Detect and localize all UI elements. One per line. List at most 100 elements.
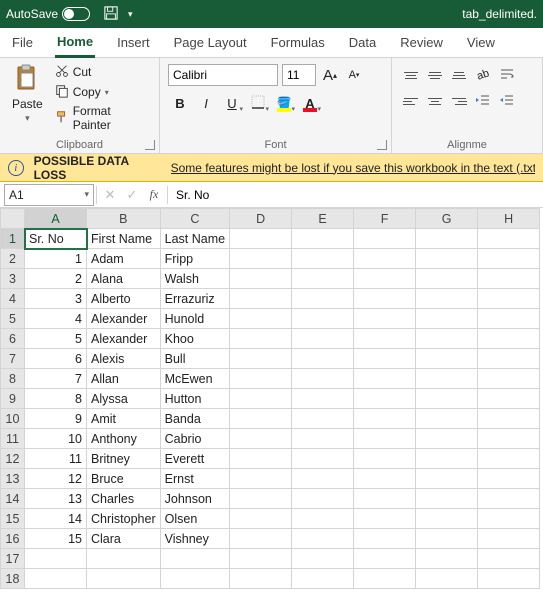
cell[interactable]	[354, 469, 416, 489]
row-header[interactable]: 5	[1, 309, 25, 329]
cell[interactable]	[160, 549, 229, 569]
cell[interactable]	[292, 369, 354, 389]
cell[interactable]	[292, 409, 354, 429]
cell[interactable]	[230, 289, 292, 309]
decrease-indent-button[interactable]	[472, 90, 494, 112]
cell[interactable]: Fripp	[160, 249, 229, 269]
cell[interactable]	[416, 449, 478, 469]
column-header[interactable]: A	[25, 209, 87, 229]
row-header[interactable]: 15	[1, 509, 25, 529]
row-header[interactable]: 1	[1, 229, 25, 249]
cell[interactable]	[478, 549, 540, 569]
cell[interactable]: 9	[25, 409, 87, 429]
align-top-button[interactable]	[400, 64, 422, 86]
cell[interactable]	[354, 409, 416, 429]
cell[interactable]	[354, 429, 416, 449]
cell[interactable]	[354, 529, 416, 549]
cell[interactable]	[354, 489, 416, 509]
row-header[interactable]: 2	[1, 249, 25, 269]
cell[interactable]	[478, 329, 540, 349]
row-header[interactable]: 18	[1, 569, 25, 589]
cell[interactable]	[478, 369, 540, 389]
row-header[interactable]: 11	[1, 429, 25, 449]
cell[interactable]	[478, 569, 540, 589]
cell[interactable]	[230, 229, 292, 249]
cell[interactable]	[230, 509, 292, 529]
column-header[interactable]: G	[416, 209, 478, 229]
cell[interactable]	[416, 569, 478, 589]
cell[interactable]: McEwen	[160, 369, 229, 389]
cell[interactable]	[292, 549, 354, 569]
row-header[interactable]: 12	[1, 449, 25, 469]
cell[interactable]	[478, 349, 540, 369]
autosave-toggle[interactable]: AutoSave	[6, 7, 90, 21]
italic-button[interactable]: I	[194, 92, 218, 114]
align-middle-button[interactable]	[424, 64, 446, 86]
cell[interactable]	[416, 469, 478, 489]
column-header[interactable]: H	[478, 209, 540, 229]
cell[interactable]	[292, 309, 354, 329]
cell[interactable]	[478, 309, 540, 329]
cell[interactable]	[478, 409, 540, 429]
column-header[interactable]: C	[160, 209, 229, 229]
cell[interactable]	[160, 569, 229, 589]
column-header[interactable]: E	[292, 209, 354, 229]
cell[interactable]	[416, 229, 478, 249]
cell[interactable]	[416, 249, 478, 269]
row-header[interactable]: 14	[1, 489, 25, 509]
cell[interactable]: Hunold	[160, 309, 229, 329]
paste-button[interactable]: Paste ▾	[8, 62, 47, 134]
cell[interactable]: Allan	[87, 369, 161, 389]
cell[interactable]	[416, 429, 478, 449]
tab-home[interactable]: Home	[55, 28, 95, 58]
cell[interactable]	[230, 369, 292, 389]
cell[interactable]	[230, 249, 292, 269]
cell[interactable]: 10	[25, 429, 87, 449]
cell[interactable]	[416, 309, 478, 329]
cut-button[interactable]: Cut	[53, 63, 151, 82]
cell[interactable]: Banda	[160, 409, 229, 429]
format-painter-button[interactable]: Format Painter	[53, 103, 151, 133]
message-link[interactable]: Some features might be lost if you save …	[171, 161, 535, 175]
increase-font-button[interactable]: A▴	[320, 64, 340, 86]
cell[interactable]	[230, 389, 292, 409]
cell[interactable]: Alexander	[87, 329, 161, 349]
cell[interactable]	[478, 269, 540, 289]
font-size-select[interactable]	[282, 64, 316, 86]
cell[interactable]	[230, 329, 292, 349]
cell[interactable]: Alyssa	[87, 389, 161, 409]
row-header[interactable]: 7	[1, 349, 25, 369]
cell[interactable]: Anthony	[87, 429, 161, 449]
cell[interactable]	[478, 509, 540, 529]
cell[interactable]	[292, 429, 354, 449]
cell[interactable]	[230, 569, 292, 589]
cell[interactable]: 2	[25, 269, 87, 289]
cell[interactable]	[230, 549, 292, 569]
cell[interactable]	[292, 249, 354, 269]
row-header[interactable]: 10	[1, 409, 25, 429]
cell[interactable]	[354, 309, 416, 329]
align-right-button[interactable]	[448, 90, 470, 112]
cell[interactable]	[230, 469, 292, 489]
cell[interactable]	[292, 389, 354, 409]
cell[interactable]	[230, 529, 292, 549]
cell[interactable]: Britney	[87, 449, 161, 469]
tab-insert[interactable]: Insert	[115, 29, 152, 56]
border-button[interactable]: ▾	[246, 92, 270, 114]
cell[interactable]	[292, 529, 354, 549]
cell[interactable]	[292, 449, 354, 469]
cell[interactable]	[292, 289, 354, 309]
row-header[interactable]: 9	[1, 389, 25, 409]
cell[interactable]	[416, 489, 478, 509]
insert-function-button[interactable]: fx	[143, 184, 165, 206]
cell[interactable]: Errazuriz	[160, 289, 229, 309]
column-header[interactable]: B	[87, 209, 161, 229]
underline-button[interactable]: U▾	[220, 92, 244, 114]
cell[interactable]: Alexis	[87, 349, 161, 369]
cell[interactable]: Hutton	[160, 389, 229, 409]
align-left-button[interactable]	[400, 90, 422, 112]
column-header[interactable]: D	[230, 209, 292, 229]
cell[interactable]	[478, 489, 540, 509]
cell[interactable]	[292, 489, 354, 509]
cell[interactable]	[230, 489, 292, 509]
